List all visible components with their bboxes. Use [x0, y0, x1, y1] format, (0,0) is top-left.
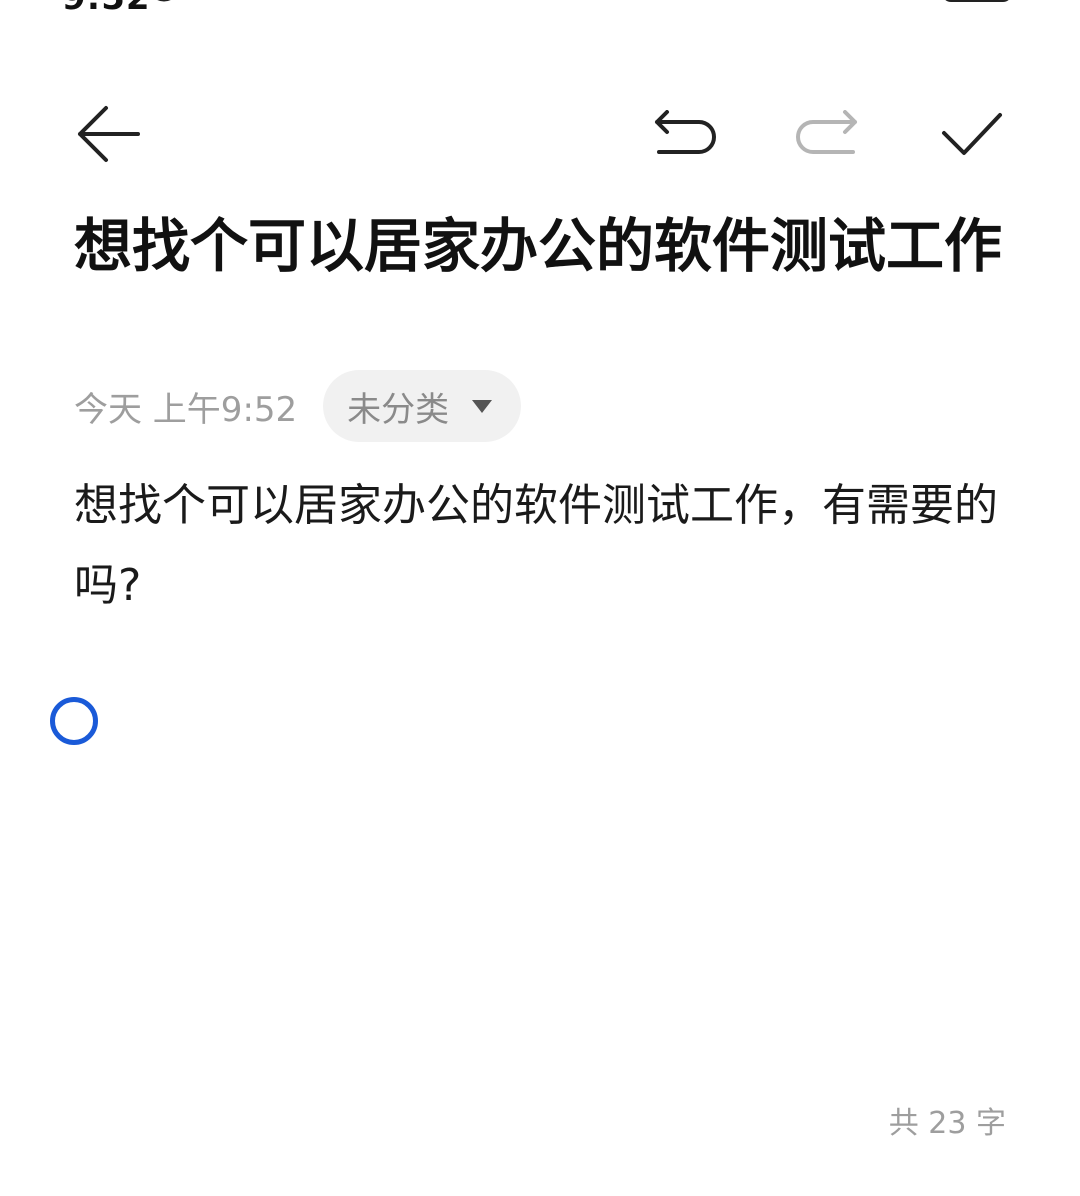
done-button[interactable] [936, 98, 1008, 170]
status-bar: 9:52 [0, 0, 1080, 18]
status-time: 9:52 [62, 0, 151, 18]
redo-icon [796, 110, 857, 154]
battery-icon [945, 0, 1009, 2]
notification-icon [157, 0, 171, 2]
back-button[interactable] [72, 98, 144, 170]
dropdown-triangle-icon [472, 400, 493, 413]
note-meta-row: 今天 上午9:52 未分类 [74, 370, 522, 442]
undo-button[interactable] [648, 98, 720, 170]
category-label: 未分类 [347, 389, 450, 430]
category-dropdown[interactable]: 未分类 [323, 370, 522, 442]
note-body[interactable]: 想找个可以居家办公的软件测试工作，有需要的吗? [74, 466, 1004, 626]
checklist-checkbox[interactable] [50, 697, 98, 745]
status-icons [670, 0, 1018, 2]
redo-button[interactable] [792, 98, 864, 170]
word-count: 共 23 字 [888, 1106, 1006, 1141]
note-editor-screen: 9:52 想找个可以居家办公的软件测试工作 [0, 0, 1080, 1196]
undo-icon [655, 110, 716, 154]
checkmark-icon [942, 113, 1002, 155]
arrow-left-icon [78, 106, 140, 162]
note-title[interactable]: 想找个可以居家办公的软件测试工作 [74, 210, 1014, 282]
note-timestamp: 今天 上午9:52 [74, 389, 298, 430]
